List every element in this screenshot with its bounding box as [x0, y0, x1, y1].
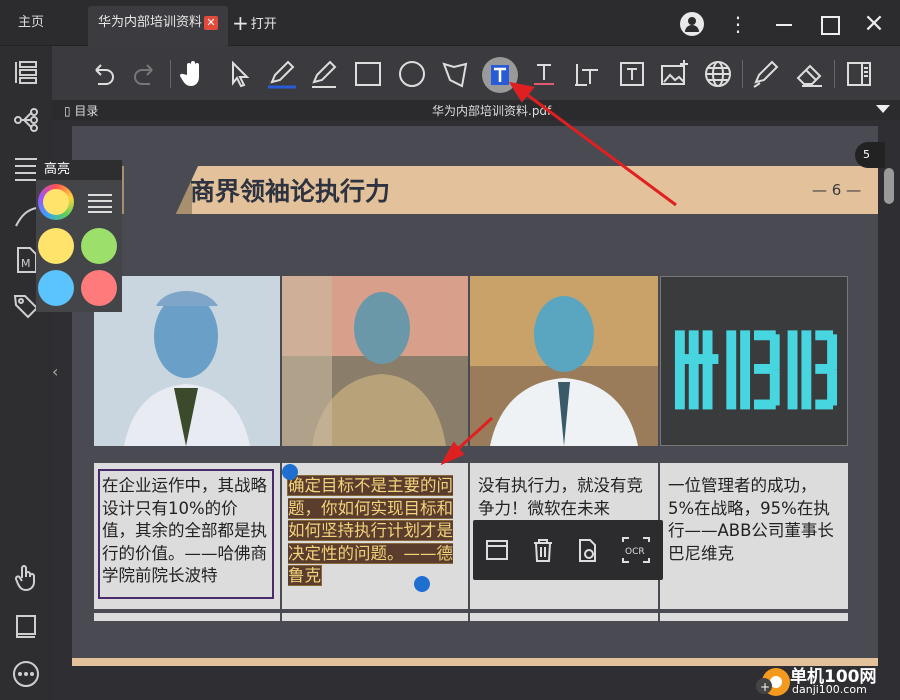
eraser-icon[interactable]: [794, 58, 826, 90]
undo-icon[interactable]: [86, 58, 118, 90]
table-row-strip: [660, 613, 848, 621]
color-swatch-green[interactable]: [81, 228, 117, 264]
user-avatar-icon[interactable]: [680, 12, 704, 36]
tree-structure-icon[interactable]: [12, 106, 40, 134]
quote-cell-2: 确定目标不是主要的问题，你如何实现目标和如何坚持执行计划才是决定性的问题。——德…: [282, 463, 468, 609]
rectangle-icon[interactable]: [352, 58, 384, 90]
delete-trash-icon[interactable]: [531, 536, 555, 564]
side-panel-toggle-icon[interactable]: [844, 58, 876, 90]
toc-label: 目录: [74, 104, 99, 118]
app-window: 主页 华为内部培训资料 ✕ + 打开 ⋮ × M ▯ 目录 华为内部培训资料.p…: [0, 0, 900, 700]
text-box-tool-icon[interactable]: [482, 57, 518, 93]
quote-text-4[interactable]: 一位管理者的成功，5%在战略，95%在执行——ABB公司董事长巴尼维克: [668, 475, 840, 565]
highlight-popup-title: 高亮: [36, 160, 122, 180]
portrait-photo-2: [282, 276, 468, 446]
polygon-icon[interactable]: [440, 58, 472, 90]
highlighter-icon[interactable]: [266, 58, 298, 90]
page-heading: 商界领袖论执行力: [190, 177, 391, 206]
annotation-toolbar: [52, 46, 900, 100]
table-row-strip: [470, 613, 658, 621]
typewriter-text-icon[interactable]: [572, 58, 604, 90]
quote-text-3[interactable]: 没有执行力，就没有竞争力！微软在未来: [478, 475, 650, 520]
abb-logo: [660, 276, 848, 446]
color-swatch-red[interactable]: [81, 270, 117, 306]
plus-icon: +: [232, 11, 249, 35]
tab-open-label: 打开: [250, 17, 277, 32]
toolbar-separator: [834, 60, 835, 88]
quote-cell-4: 一位管理者的成功，5%在战略，95%在执行——ABB公司董事长巴尼维克: [660, 463, 848, 609]
tab-document-label: 华为内部培训资料: [98, 15, 203, 30]
portrait-photo-3: [470, 276, 658, 446]
maximize-button[interactable]: [815, 10, 843, 38]
svg-text:+: +: [760, 680, 770, 694]
tab-close-icon[interactable]: ✕: [204, 16, 218, 30]
more-options-icon[interactable]: ⋮: [724, 10, 752, 38]
underline-text-icon[interactable]: [528, 58, 560, 90]
tab-open[interactable]: + 打开: [232, 6, 302, 46]
outline-icon[interactable]: [12, 58, 40, 86]
more-menu-icon[interactable]: [12, 660, 40, 688]
selection-start-handle[interactable]: [282, 464, 298, 480]
hand-pan-icon[interactable]: [176, 58, 208, 90]
selection-context-menu: OCR: [473, 520, 663, 580]
watermark-url: danji100.com: [792, 683, 867, 696]
insert-image-icon[interactable]: [658, 58, 690, 90]
text-frame-icon[interactable]: [616, 58, 648, 90]
pencil-icon[interactable]: [308, 58, 340, 90]
close-window-button[interactable]: ×: [860, 10, 888, 38]
tab-home[interactable]: 主页: [18, 6, 78, 46]
document-header-bar: ▯ 目录 华为内部培训资料.pdf: [52, 100, 900, 120]
globe-link-icon[interactable]: [702, 58, 734, 90]
toolbar-separator: [742, 60, 743, 88]
table-row-strip: [94, 613, 280, 621]
svg-text:M: M: [21, 257, 31, 270]
collapse-sidebar-chevron-icon[interactable]: ‹: [52, 362, 58, 381]
ocr-icon[interactable]: OCR: [621, 536, 651, 564]
highlighted-text[interactable]: 确定目标不是主要的问题，你如何实现目标和如何坚持执行计划才是决定性的问题。——德…: [288, 476, 453, 585]
pen-sign-icon[interactable]: [750, 58, 782, 90]
page-indicator-badge: 5: [855, 142, 885, 168]
copy-window-icon[interactable]: [485, 536, 509, 564]
scrollbar-thumb[interactable]: [884, 168, 894, 204]
title-bar: 主页 华为内部培训资料 ✕ + 打开 ⋮ ×: [0, 0, 900, 46]
select-arrow-icon[interactable]: [224, 58, 256, 90]
quote-text-2-highlighted[interactable]: 确定目标不是主要的问题，你如何实现目标和如何坚持执行计划才是决定性的问题。——德…: [288, 475, 458, 588]
book-icon[interactable]: [12, 612, 40, 640]
document-filename: 华为内部培训资料.pdf: [432, 104, 552, 118]
toc-button[interactable]: ▯ 目录: [64, 102, 98, 119]
svg-text:OCR: OCR: [625, 547, 645, 557]
vertical-scrollbar[interactable]: [884, 130, 894, 670]
quote-cell-1: 在企业运作中，其战略设计只有10%的价值，其余的全部都是执行的价值。——哈佛商学…: [94, 463, 280, 609]
hand-pointer-icon[interactable]: [12, 564, 40, 592]
left-sidebar: M: [0, 46, 52, 700]
current-color-swatch: [43, 189, 69, 215]
color-swatch-blue[interactable]: [38, 270, 74, 306]
selection-end-handle[interactable]: [414, 576, 430, 592]
quote-text-1[interactable]: 在企业运作中，其战略设计只有10%的价值，其余的全部都是执行的价值。——哈佛商学…: [98, 469, 274, 599]
redo-icon[interactable]: [130, 58, 162, 90]
tab-document[interactable]: 华为内部培训资料 ✕: [88, 6, 228, 46]
document-viewport[interactable]: 商界领袖论执行力 — 6 — 在企业运作中，其战略设计只有10%的价值，其余的全…: [52, 120, 900, 700]
circle-icon[interactable]: [396, 58, 428, 90]
page-number-label: — 6 —: [812, 181, 862, 199]
minimize-button[interactable]: [770, 10, 798, 38]
color-wheel-picker[interactable]: [38, 184, 74, 220]
dropdown-caret-icon[interactable]: [876, 105, 890, 113]
line-thickness-icon[interactable]: [86, 192, 114, 214]
table-row-strip: [282, 613, 468, 621]
pdf-page: 商界领袖论执行力 — 6 — 在企业运作中，其战略设计只有10%的价值，其余的全…: [72, 126, 878, 666]
toolbar-separator: [170, 60, 171, 88]
color-swatch-yellow[interactable]: [38, 228, 74, 264]
page-stamp-icon[interactable]: [575, 536, 599, 564]
